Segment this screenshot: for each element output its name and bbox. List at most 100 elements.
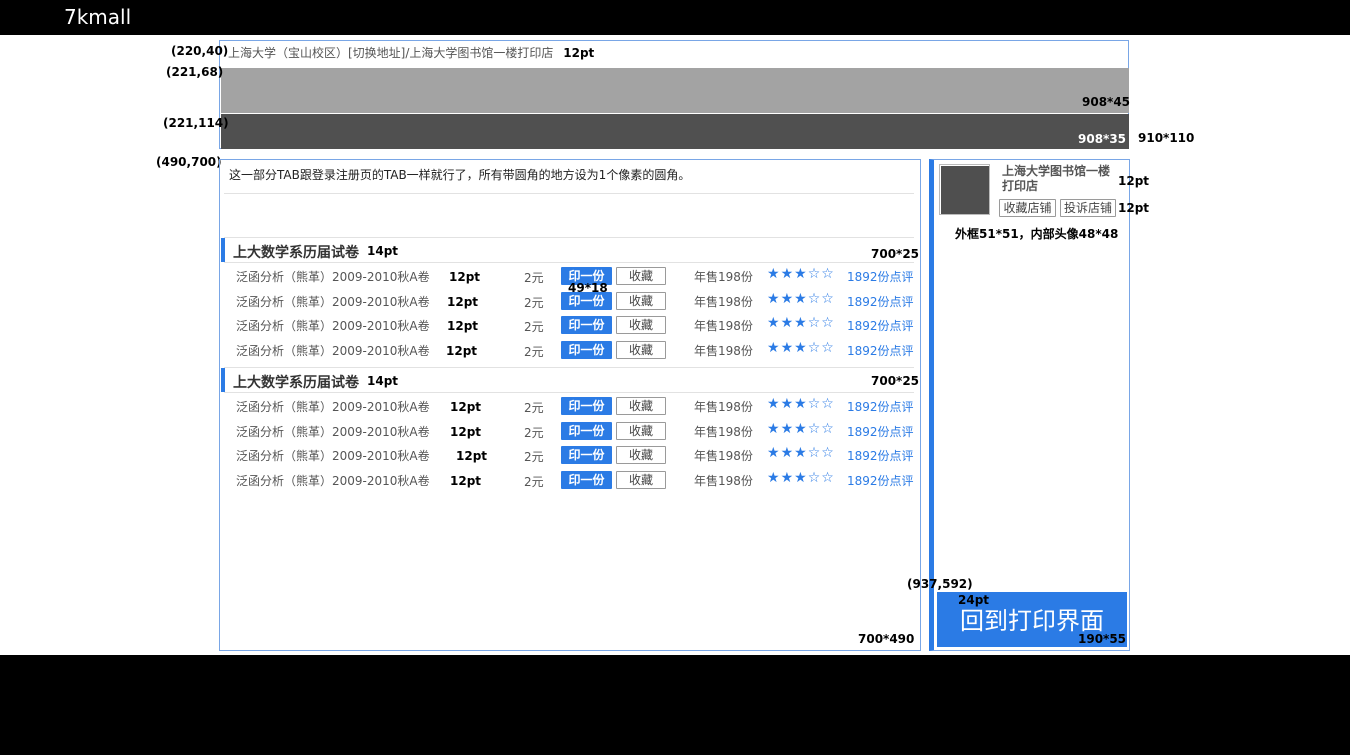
annotation-font-size: 12pt <box>450 400 482 414</box>
rating-stars: ★★★☆☆ <box>767 266 835 282</box>
favorite-button[interactable]: 收藏 <box>616 397 666 415</box>
bottom-bar <box>0 655 1350 755</box>
reviews-link[interactable]: 1892份点评 <box>847 398 914 415</box>
favorite-button[interactable]: 收藏 <box>616 471 666 489</box>
annotation-font-size: 12pt <box>450 474 482 488</box>
reviews-link[interactable]: 1892份点评 <box>847 447 914 464</box>
print-button[interactable]: 印一份 <box>561 397 612 415</box>
star-filled-icon: ★ <box>767 470 781 486</box>
item-price: 2元 <box>524 296 544 310</box>
rating-stars: ★★★☆☆ <box>767 421 835 437</box>
annotation-font-size: 12pt <box>1118 174 1150 188</box>
star-empty-icon: ☆ <box>807 340 822 356</box>
annotation-font-size: 12pt <box>1118 201 1150 215</box>
complain-shop-button[interactable]: 投诉店铺 <box>1060 199 1116 217</box>
header-band-search <box>221 68 1129 113</box>
divider <box>224 237 914 238</box>
item-sales: 年售198份 <box>694 474 753 488</box>
reviews-link[interactable]: 1892份点评 <box>847 293 914 310</box>
divider <box>224 392 914 393</box>
favorite-button[interactable]: 收藏 <box>616 422 666 440</box>
star-filled-icon: ★ <box>767 421 781 437</box>
annotation-font-size: 12pt <box>450 425 482 439</box>
item-price: 2元 <box>524 401 544 415</box>
favorite-button[interactable]: 收藏 <box>616 316 666 334</box>
item-price: 2元 <box>524 271 544 285</box>
section-title: 上大数学系历届试卷 <box>233 245 359 261</box>
star-empty-icon: ☆ <box>821 340 835 356</box>
print-button[interactable]: 印一份 <box>561 422 612 440</box>
section-title: 上大数学系历届试卷 <box>233 375 359 391</box>
item-name[interactable]: 泛函分析（熊革）2009-2010秋A卷 <box>236 447 430 464</box>
item-name[interactable]: 泛函分析（熊革）2009-2010秋A卷 <box>236 423 430 440</box>
star-empty-icon: ☆ <box>807 470 822 486</box>
print-button[interactable]: 印一份 <box>561 446 612 464</box>
favorite-button[interactable]: 收藏 <box>616 267 666 285</box>
item-sales: 年售198份 <box>694 425 753 439</box>
star-filled-icon: ★ <box>794 421 808 437</box>
star-filled-icon: ★ <box>767 396 781 412</box>
address-text[interactable]: 上海大学（宝山校区）[切换地址]/上海大学图书馆一楼打印店 <box>228 46 553 60</box>
annotation-size: 910*110 <box>1138 131 1195 145</box>
top-bar <box>0 0 1350 35</box>
shop-avatar[interactable] <box>941 166 989 214</box>
item-name[interactable]: 泛函分析（熊革）2009-2010秋A卷 <box>236 342 430 359</box>
item-sales: 年售198份 <box>694 319 753 333</box>
item-name[interactable]: 泛函分析（熊革）2009-2010秋A卷 <box>236 398 430 415</box>
star-filled-icon: ★ <box>767 266 781 282</box>
star-filled-icon: ★ <box>794 315 808 331</box>
star-empty-icon: ☆ <box>807 291 822 307</box>
print-button[interactable]: 印一份 <box>561 316 612 334</box>
favorite-button[interactable]: 收藏 <box>616 341 666 359</box>
item-name[interactable]: 泛函分析（熊革）2009-2010秋A卷 <box>236 268 430 285</box>
favorite-button[interactable]: 收藏 <box>616 446 666 464</box>
section-accent <box>221 368 225 392</box>
annotation-size: 700*25 <box>871 247 920 261</box>
star-filled-icon: ★ <box>780 445 795 461</box>
star-filled-icon: ★ <box>780 470 795 486</box>
print-button[interactable]: 印一份 <box>561 341 612 359</box>
reviews-link[interactable]: 1892份点评 <box>847 268 914 285</box>
brand-logo[interactable]: 7kmall <box>64 5 131 29</box>
print-button[interactable]: 印一份 <box>561 471 612 489</box>
rating-stars: ★★★☆☆ <box>767 470 835 486</box>
item-name[interactable]: 泛函分析（熊革）2009-2010秋A卷 <box>236 317 430 334</box>
rating-stars: ★★★☆☆ <box>767 315 835 331</box>
annotation-font-size: 12pt <box>447 295 479 309</box>
star-empty-icon: ☆ <box>807 266 822 282</box>
annotation-font-size: 24pt <box>958 593 990 607</box>
divider <box>224 367 914 368</box>
annotation-font-size: 12pt <box>456 449 488 463</box>
address-bar[interactable]: 上海大学（宝山校区）[切换地址]/上海大学图书馆一楼打印店 12pt <box>228 44 594 61</box>
annotation-size: 700*490 <box>858 632 915 646</box>
star-empty-icon: ☆ <box>821 445 835 461</box>
star-empty-icon: ☆ <box>807 445 822 461</box>
favorite-button[interactable]: 收藏 <box>616 292 666 310</box>
annotation-size: 908*45 <box>1082 95 1131 109</box>
item-price: 2元 <box>524 475 544 489</box>
star-filled-icon: ★ <box>780 291 795 307</box>
annotation-font-size: 12pt <box>563 46 595 60</box>
star-filled-icon: ★ <box>767 445 781 461</box>
item-name[interactable]: 泛函分析（熊革）2009-2010秋A卷 <box>236 293 430 310</box>
shop-name[interactable]: 上海大学图书馆一楼打印店 <box>1002 164 1114 194</box>
reviews-link[interactable]: 1892份点评 <box>847 472 914 489</box>
star-filled-icon: ★ <box>767 340 781 356</box>
star-filled-icon: ★ <box>794 340 808 356</box>
reviews-link[interactable]: 1892份点评 <box>847 317 914 334</box>
star-empty-icon: ☆ <box>807 421 822 437</box>
star-empty-icon: ☆ <box>821 266 835 282</box>
item-sales: 年售198份 <box>694 449 753 463</box>
rating-stars: ★★★☆☆ <box>767 396 835 412</box>
star-filled-icon: ★ <box>780 315 795 331</box>
annotation-coord: (937,592) <box>907 577 973 591</box>
favorite-shop-button[interactable]: 收藏店铺 <box>999 199 1056 217</box>
reviews-link[interactable]: 1892份点评 <box>847 423 914 440</box>
star-filled-icon: ★ <box>794 445 808 461</box>
item-name[interactable]: 泛函分析（熊革）2009-2010秋A卷 <box>236 472 430 489</box>
reviews-link[interactable]: 1892份点评 <box>847 342 914 359</box>
star-filled-icon: ★ <box>780 421 795 437</box>
item-price: 2元 <box>524 320 544 334</box>
star-empty-icon: ☆ <box>807 315 822 331</box>
rating-stars: ★★★☆☆ <box>767 445 835 461</box>
